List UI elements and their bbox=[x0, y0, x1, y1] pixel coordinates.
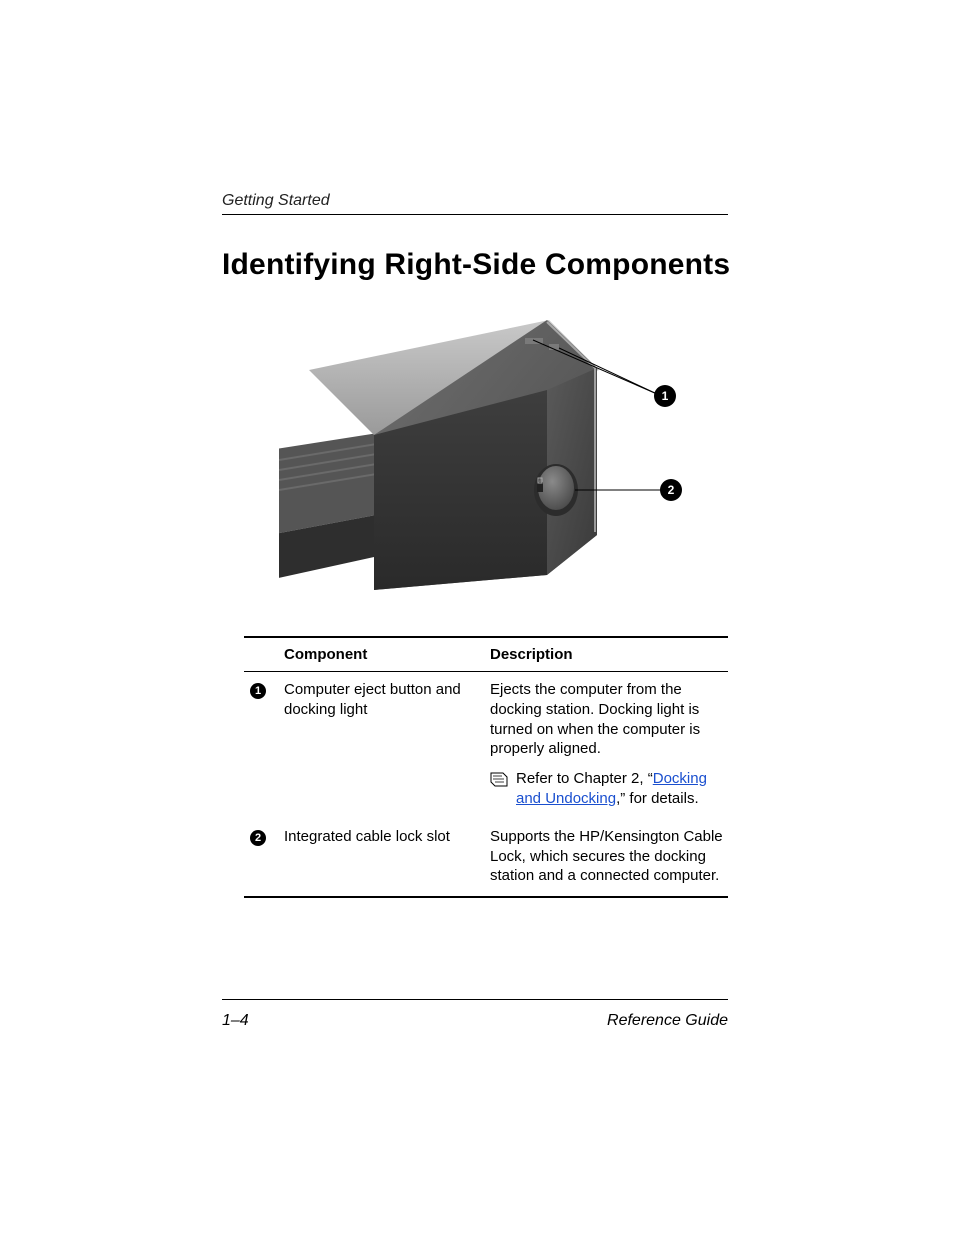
table-header-row: Component Description bbox=[244, 638, 728, 671]
product-illustration: 1 2 bbox=[279, 310, 691, 600]
row-number-badge: 2 bbox=[250, 830, 266, 846]
component-description: Ejects the computer from the docking sta… bbox=[490, 680, 726, 759]
running-head: Getting Started bbox=[222, 192, 330, 210]
page-number: 1–4 bbox=[222, 1012, 249, 1030]
component-name: Computer eject button and docking light bbox=[284, 680, 490, 809]
component-description: Supports the HP/Kensington Cable Lock, w… bbox=[490, 827, 726, 886]
table-row: 1 Computer eject button and docking ligh… bbox=[244, 672, 728, 819]
callout-2: 2 bbox=[660, 479, 682, 501]
table-row: 2 Integrated cable lock slot Supports th… bbox=[244, 819, 728, 896]
callout-1: 1 bbox=[654, 385, 676, 407]
table-header-description: Description bbox=[490, 646, 726, 663]
table-header-component: Component bbox=[284, 646, 490, 663]
page-title: Identifying Right-Side Components bbox=[222, 248, 730, 282]
note: Refer to Chapter 2, “Docking and Undocki… bbox=[490, 769, 726, 809]
note-icon bbox=[490, 769, 508, 809]
table-bottom-rule bbox=[244, 896, 728, 898]
svg-text:1: 1 bbox=[662, 389, 669, 403]
header-rule bbox=[222, 214, 728, 215]
book-title: Reference Guide bbox=[607, 1012, 728, 1030]
note-text: Refer to Chapter 2, “Docking and Undocki… bbox=[516, 769, 726, 809]
component-table: Component Description 1 Computer eject b… bbox=[244, 636, 728, 898]
component-name: Integrated cable lock slot bbox=[284, 827, 490, 886]
row-number-badge: 1 bbox=[250, 683, 266, 699]
document-page: Getting Started Identifying Right-Side C… bbox=[0, 0, 954, 1235]
footer-rule bbox=[222, 999, 728, 1000]
svg-text:2: 2 bbox=[668, 483, 675, 497]
